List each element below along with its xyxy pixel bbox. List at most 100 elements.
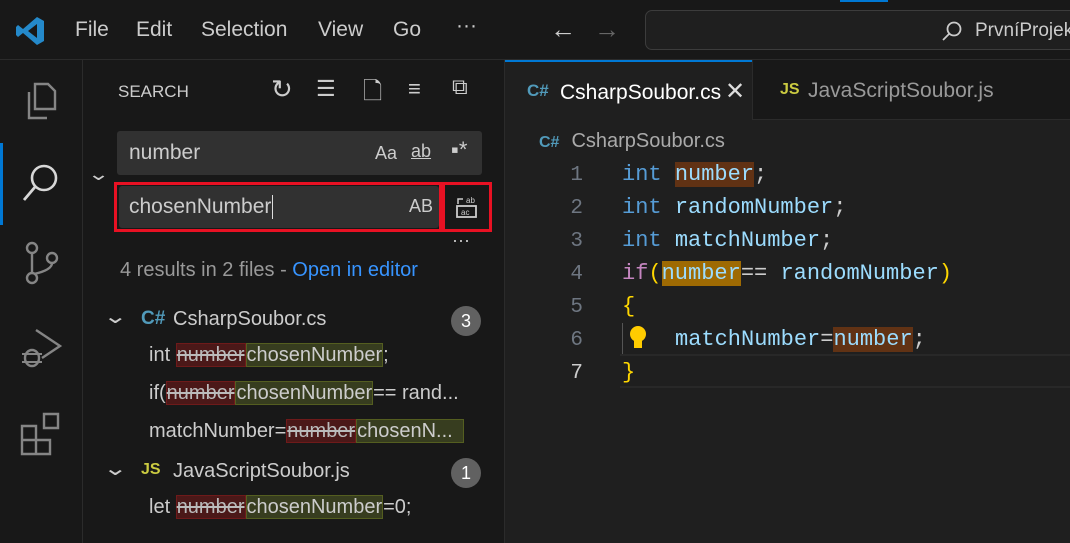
vscode-logo-icon [16,17,44,45]
csharp-file-icon: C# [539,134,560,151]
js-file-icon: JS [780,81,800,98]
command-center-text: PrvníProjekt [975,20,1070,41]
removed-text: number [165,381,236,405]
active-indicator [0,143,3,225]
line-number: 1 [570,164,583,187]
punct: ; [754,162,768,187]
match-prefix: int [149,344,176,366]
punct: ) [938,261,953,286]
file-name: CsharpSoubor.cs [173,308,327,330]
svg-text:ac: ac [461,208,469,217]
csharp-file-icon: C# [527,81,549,100]
preserve-case-icon[interactable]: AB [409,196,433,217]
match-prefix: let [149,496,176,518]
match-row[interactable]: int number chosenNumber; [149,343,389,367]
match-prefix: matchNumber= [149,420,287,442]
menu-view[interactable]: View [318,18,363,42]
tab-csharp[interactable]: C# CsharpSoubor.cs ✕ [505,60,752,121]
match-count-badge: 1 [451,458,481,488]
open-in-editor-link[interactable]: Open in editor [292,259,418,281]
kw: int [622,195,662,220]
view-as-tree-icon[interactable]: ≡ [408,76,421,102]
indent-guide [622,323,623,356]
file-result-csharp[interactable]: ⌄ C# CsharpSoubor.cs 3 [103,306,487,340]
inserted-text: chosenN... [356,419,464,443]
activity-bar [0,60,83,543]
brace: } [622,360,636,385]
extensions-icon[interactable] [18,410,64,456]
line-number: 7 [570,362,583,385]
tab-javascript[interactable]: JS JavaScriptSoubor.js [752,60,1070,120]
whole-word-icon[interactable]: ab [411,141,431,162]
punct: == [740,261,781,286]
csharp-file-icon: C# [141,308,166,329]
replace-all-button[interactable]: ac ab [442,182,492,232]
match-case-icon[interactable]: Aa [375,143,397,164]
match-row[interactable]: if(number chosenNumber== rand... [149,381,459,405]
code-line: int matchNumber; [622,228,833,253]
match-row[interactable]: let number chosenNumber=0; [149,495,411,519]
editor-area: C# CsharpSoubor.cs ✕ JS JavaScriptSoubor… [505,60,1070,543]
forward-arrow-icon[interactable]: → [594,14,620,45]
refresh-icon[interactable]: ↻ [271,74,293,105]
ident: randomNumber [674,195,834,220]
punct: = [820,327,834,352]
punct: ; [833,195,847,220]
breadcrumb[interactable]: C# CsharpSoubor.cs [539,130,725,153]
line-number: 6 [570,329,583,352]
ident: randomNumber [780,261,939,286]
toggle-details-icon[interactable]: ··· [452,230,470,251]
match-suffix: ; [383,344,389,366]
code-line: int number; [622,162,767,187]
match-suffix: == rand... [373,382,459,404]
lightbulb-icon[interactable] [628,325,648,351]
punct: ( [648,261,662,286]
chevron-down-icon: ⌄ [102,458,128,480]
chevron-down-icon: ⌄ [102,306,128,328]
replace-input-value: chosenNumber [129,195,274,219]
menu-go[interactable]: Go [393,18,421,42]
search-match: number [833,327,913,352]
menu-edit[interactable]: Edit [136,18,172,42]
accent-line [840,0,888,2]
tab-label: CsharpSoubor.cs [560,81,722,104]
ident: matchNumber [675,327,821,352]
search-input-value: number [129,141,201,164]
close-icon[interactable]: ✕ [725,77,745,106]
brace: { [622,294,636,319]
title-bar: File Edit Selection View Go ··· ← → Prvn… [0,0,1070,60]
kw: int [622,228,662,253]
results-count: 4 results in 2 files - [120,259,293,281]
search-sidebar: SEARCH ↻ ☰ 🗋 ≡ ⧉ ⌄ number Aa ab ▪* chose… [83,60,505,543]
menu-file[interactable]: File [75,18,109,42]
removed-text: number [175,495,246,519]
match-prefix: if( [149,382,166,404]
back-arrow-icon[interactable]: ← [550,14,576,45]
menu-more[interactable]: ··· [456,14,477,38]
match-row[interactable]: matchNumber=number chosenN... [149,419,464,443]
collapse-all-icon[interactable]: ⧉ [452,74,468,100]
line-number: 2 [570,197,583,220]
new-search-editor-icon[interactable]: 🗋 [363,74,382,115]
menu-selection[interactable]: Selection [201,18,287,42]
tab-label: JavaScriptSoubor.js [808,79,994,102]
replace-input[interactable]: chosenNumber AB [119,186,439,228]
search-view-icon[interactable] [18,160,64,206]
explorer-icon[interactable] [18,78,64,124]
inserted-text: chosenNumber [235,381,374,405]
clear-results-icon[interactable]: ☰ [316,76,336,102]
kw: int [622,162,662,187]
search-match: number [674,162,755,187]
toggle-replace-chevron-icon[interactable]: ⌄ [87,164,110,185]
removed-text: number [175,343,246,367]
command-center[interactable]: PrvníProjekt [645,10,1070,50]
regex-icon[interactable]: ▪* [451,137,467,163]
run-debug-icon[interactable] [18,326,64,372]
current-search-match: number [661,261,741,286]
punct: ; [820,228,834,253]
kw: if [622,261,649,286]
search-input[interactable]: number Aa ab ▪* [117,131,482,175]
search-icon [942,21,962,41]
file-result-javascript[interactable]: ⌄ JS JavaScriptSoubor.js 1 [103,458,487,492]
source-control-icon[interactable] [18,240,64,286]
